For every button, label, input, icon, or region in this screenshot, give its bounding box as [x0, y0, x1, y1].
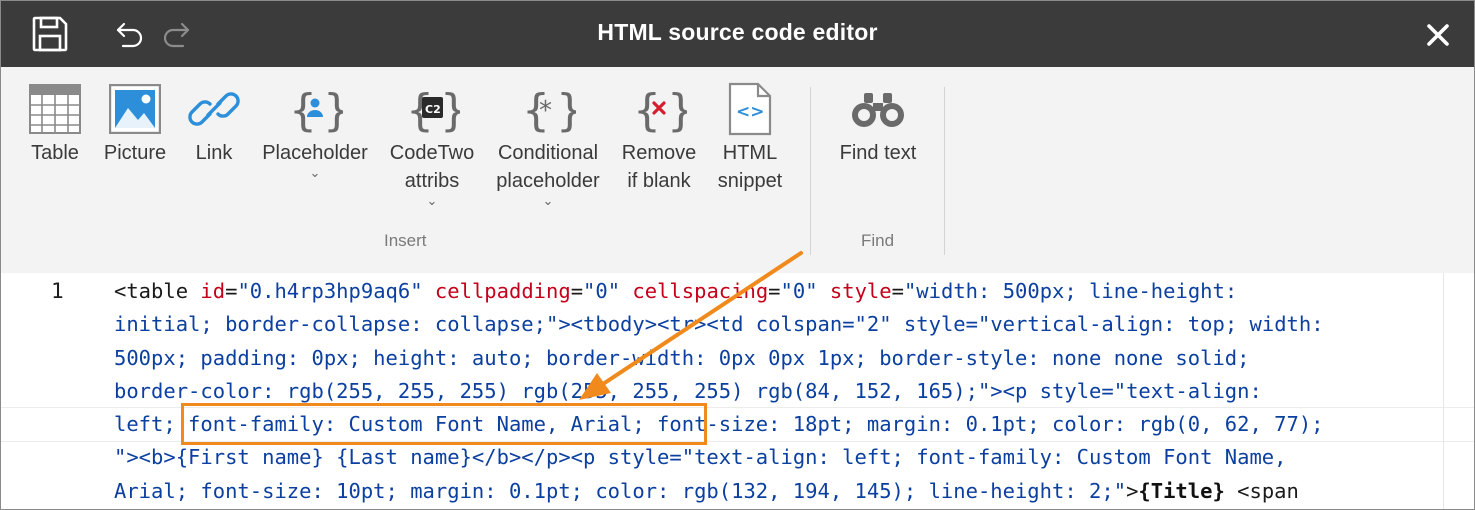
- code-line[interactable]: "><b>{First name} {Last name}</b></p><p …: [114, 441, 1444, 474]
- html-snippet-label-1: HTML: [722, 142, 778, 164]
- svg-text:{: {: [289, 85, 317, 135]
- code-text[interactable]: <table id="0.h4rp3hp9aq6" cellpadding="0…: [114, 275, 1444, 508]
- code-editor[interactable]: 1 <table id="0.h4rp3hp9aq6" cellpadding=…: [1, 273, 1474, 509]
- insert-placeholder-button[interactable]: { } Placeholder ⌄: [259, 79, 371, 179]
- remove-if-blank-icon: { }: [619, 79, 699, 139]
- vertical-scrollbar[interactable]: [1443, 273, 1474, 509]
- svg-text:*: *: [539, 96, 552, 126]
- table-icon: [25, 79, 85, 139]
- code-line[interactable]: initial; border-collapse: collapse;"><tb…: [114, 308, 1444, 341]
- insert-table-button[interactable]: Table: [25, 79, 85, 167]
- placeholder-label: Placeholder: [262, 142, 368, 164]
- html-snippet-label-2: snippet: [717, 170, 783, 192]
- svg-text:<>: <>: [736, 102, 765, 122]
- insert-remove-if-blank-button[interactable]: { } Remove if blank: [619, 79, 699, 195]
- binoculars-icon: [833, 79, 923, 139]
- codetwo-attribs-label-1: CodeTwo: [389, 142, 475, 164]
- find-text-button[interactable]: Find text: [833, 79, 923, 167]
- find-text-label: Find text: [839, 142, 917, 164]
- codetwo-attribs-label-2: attribs: [404, 170, 460, 192]
- code-line[interactable]: 500px; padding: 0px; height: auto; borde…: [114, 342, 1444, 375]
- insert-link-button[interactable]: Link: [187, 79, 241, 167]
- codetwo-attribs-icon: { } C2: [387, 79, 477, 139]
- ribbon-separator: [944, 87, 945, 255]
- svg-text:}: }: [556, 85, 576, 135]
- html-snippet-icon: <>: [713, 79, 787, 139]
- remove-if-blank-label-1: Remove: [621, 142, 697, 164]
- chevron-down-icon: ⌄: [309, 165, 321, 180]
- insert-conditional-placeholder-button[interactable]: { } * Conditional placeholder ⌄: [491, 79, 605, 207]
- insert-codetwo-attribs-button[interactable]: { } C2 CodeTwo attribs ⌄: [387, 79, 477, 207]
- link-icon: [187, 79, 241, 139]
- line-number: 1: [51, 279, 64, 303]
- conditional-placeholder-label-2: placeholder: [496, 170, 600, 192]
- editor-window: HTML source code editor Table Picture Li…: [0, 0, 1475, 510]
- conditional-placeholder-icon: { } *: [491, 79, 605, 139]
- chevron-down-icon: ⌄: [426, 193, 438, 208]
- title-bar: HTML source code editor: [1, 1, 1474, 67]
- conditional-placeholder-label-1: Conditional: [497, 142, 599, 164]
- placeholder-icon: { }: [259, 79, 371, 139]
- table-label: Table: [31, 142, 79, 164]
- code-line[interactable]: Arial; font-size: 10pt; margin: 0.1pt; c…: [114, 475, 1444, 508]
- find-group-label: Find: [861, 231, 895, 250]
- window-title: HTML source code editor: [597, 19, 878, 45]
- remove-if-blank-label-2: if blank: [627, 170, 691, 192]
- ribbon: Table Picture Link {Placeholder ⌄ {C2 …: [1, 67, 1474, 274]
- annotation-highlight-box: [181, 403, 707, 445]
- code-line[interactable]: <table id="0.h4rp3hp9aq6" cellpadding="0…: [114, 275, 1444, 308]
- insert-group-label: Insert: [384, 231, 427, 250]
- insert-picture-button[interactable]: Picture: [99, 79, 171, 167]
- picture-label: Picture: [103, 142, 167, 164]
- link-label: Link: [195, 142, 233, 164]
- ribbon-separator: [810, 87, 811, 255]
- close-icon[interactable]: [1426, 23, 1450, 47]
- svg-text:C2: C2: [425, 103, 441, 116]
- svg-text:}: }: [323, 85, 343, 135]
- picture-icon: [99, 79, 171, 139]
- insert-html-snippet-button[interactable]: <> HTML snippet: [713, 79, 787, 195]
- svg-text:}: }: [667, 85, 687, 135]
- chevron-down-icon: ⌄: [542, 193, 554, 208]
